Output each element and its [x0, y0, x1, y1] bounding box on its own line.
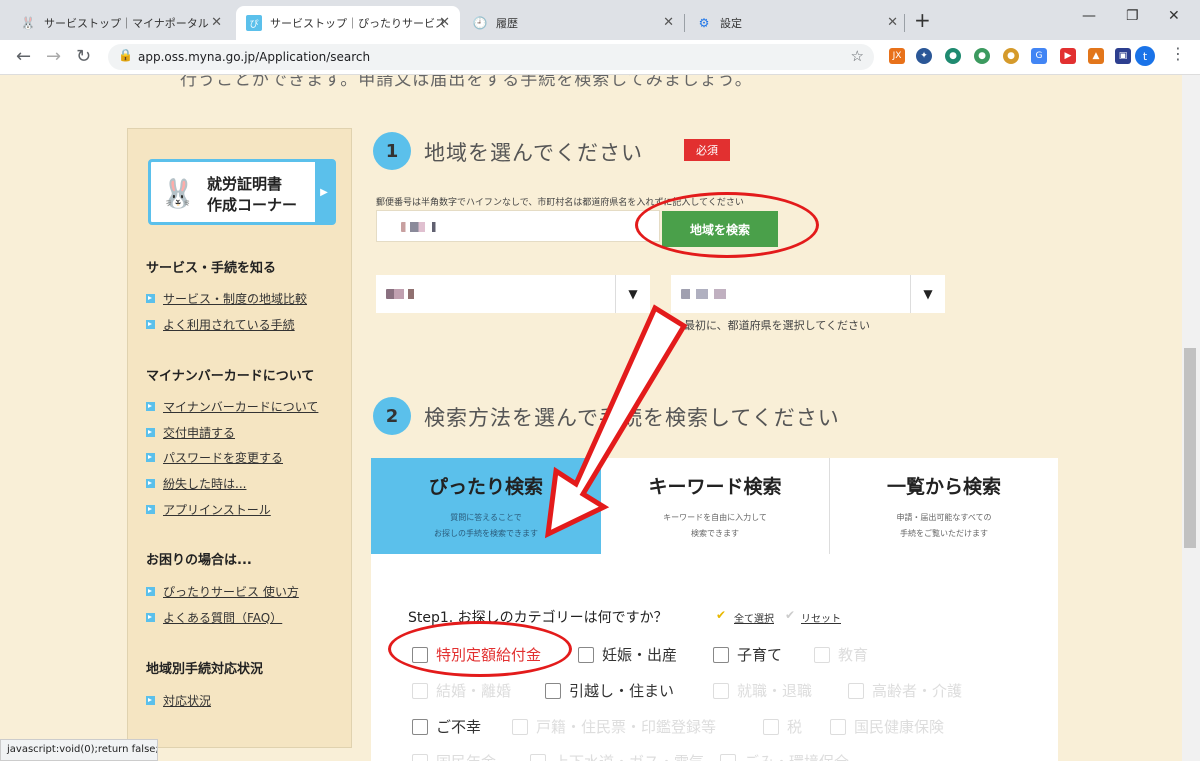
browser-window: 🐰 サービストップ｜マイナポータル ✕ ぴ サービストップ｜ぴったりサービス ✕… [0, 0, 1200, 761]
annotation-arrow [544, 304, 688, 539]
status-bar: javascript:void(0);return false; [0, 739, 158, 761]
scrollbar-thumb[interactable] [1184, 348, 1196, 548]
